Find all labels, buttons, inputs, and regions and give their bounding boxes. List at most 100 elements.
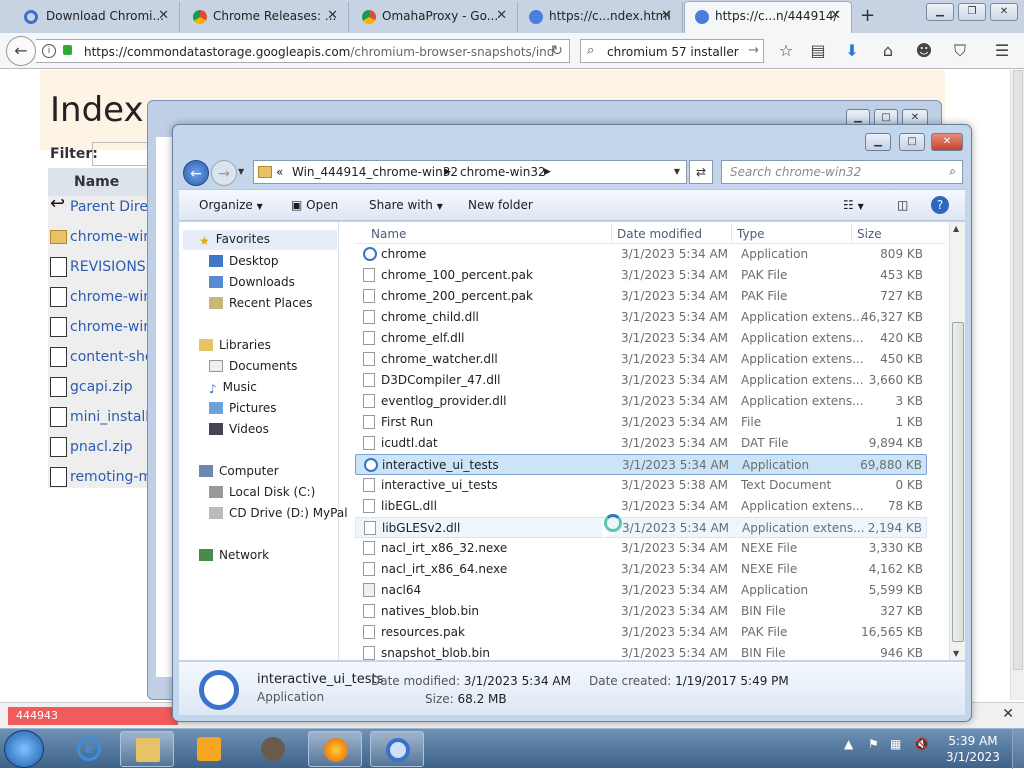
back-arrow-icon[interactable]: ←: [6, 36, 36, 66]
tab-close-icon[interactable]: ✕: [830, 8, 841, 23]
file-row[interactable]: nacl64 3/1/2023 5:34 AM Application 5,599 K…: [355, 580, 927, 601]
index-row[interactable]: chrome-win3: [48, 282, 161, 312]
column-header-date[interactable]: Date modified: [617, 227, 702, 241]
scroll-down-icon[interactable]: ▼: [953, 649, 959, 658]
file-row[interactable]: chrome 3/1/2023 5:34 AM Application 809 KB: [355, 244, 927, 265]
close-icon[interactable]: ✕: [1002, 706, 1014, 722]
column-divider[interactable]: [851, 224, 852, 242]
forward-arrow-icon[interactable]: →: [211, 160, 237, 186]
search-input[interactable]: Search chrome-win32: [730, 165, 861, 179]
index-row[interactable]: chrome-win3: [48, 312, 161, 342]
nav-documents[interactable]: Documents: [209, 359, 297, 373]
nav-music[interactable]: ♪ Music: [209, 380, 257, 396]
index-row[interactable]: content-shel: [48, 342, 158, 372]
tab-close-icon[interactable]: ✕: [496, 8, 507, 23]
tab-close-icon[interactable]: ✕: [158, 8, 169, 23]
minimize-icon[interactable]: ▁: [865, 133, 891, 151]
taskbar-explorer[interactable]: [120, 731, 174, 767]
open-button[interactable]: ▣ Open: [291, 198, 338, 212]
close-icon[interactable]: ✕: [990, 3, 1018, 21]
url-bar[interactable]: i https://commondatastorage.googleapis.c…: [36, 39, 570, 63]
file-row[interactable]: chrome_watcher.dll 3/1/2023 5:34 AM Applic…: [355, 349, 927, 370]
index-link[interactable]: pnacl.zip: [70, 439, 133, 455]
taskbar-chromium[interactable]: [370, 731, 424, 767]
file-row[interactable]: libGLESv2.dll 3/1/2023 5:34 AM Application…: [355, 517, 927, 538]
nav-libraries[interactable]: Libraries: [199, 338, 271, 352]
taskbar-media-player[interactable]: [182, 731, 236, 767]
history-dropdown-icon[interactable]: ▼: [238, 167, 244, 176]
file-row[interactable]: D3DCompiler_47.dll 3/1/2023 5:34 AM Applic…: [355, 370, 927, 391]
index-link[interactable]: REVISIONS: [70, 259, 146, 275]
maximize-icon[interactable]: □: [899, 133, 925, 151]
file-row[interactable]: eventlog_provider.dll 3/1/2023 5:34 AM App…: [355, 391, 927, 412]
new-tab-icon[interactable]: +: [860, 5, 875, 26]
chevron-right-icon[interactable]: ▶: [444, 167, 451, 177]
index-link[interactable]: Parent Direc: [70, 199, 156, 215]
file-row[interactable]: icudtl.dat 3/1/2023 5:34 AM DAT File 9,894 …: [355, 433, 927, 454]
share-with-button[interactable]: Share with ▼: [369, 198, 443, 212]
chat-icon[interactable]: ☻: [914, 41, 934, 61]
taskbar-firefox[interactable]: [308, 731, 362, 767]
file-row[interactable]: nacl_irt_x86_64.nexe 3/1/2023 5:34 AM NEXE…: [355, 559, 927, 580]
index-row[interactable]: remoting-me: [48, 462, 161, 492]
file-row[interactable]: interactive_ui_tests 3/1/2023 5:38 AM Text…: [355, 475, 927, 496]
browser-tab-4[interactable]: https://c...ndex.html ✕: [519, 2, 683, 32]
chevron-right-icon[interactable]: ▶: [544, 167, 551, 177]
index-row[interactable]: chrome-win3: [48, 222, 161, 252]
nav-videos[interactable]: Videos: [209, 422, 269, 436]
download-icon[interactable]: ⬇: [842, 41, 862, 61]
home-icon[interactable]: ⌂: [878, 41, 898, 61]
index-row[interactable]: gcapi.zip: [48, 372, 158, 402]
chevron-down-icon[interactable]: ▼: [674, 167, 680, 176]
file-row[interactable]: resources.pak 3/1/2023 5:34 AM PAK File 16,…: [355, 622, 927, 643]
browser-tab-5-active[interactable]: https://c...n/444914/ ✕: [684, 1, 852, 33]
index-row[interactable]: ↩ Parent Direc: [48, 192, 158, 222]
file-row[interactable]: interactive_ui_tests 3/1/2023 5:34 AM Appl…: [355, 454, 927, 475]
column-divider[interactable]: [731, 224, 732, 242]
browser-tab-1[interactable]: Download Chromi... ✕: [0, 2, 180, 32]
scroll-up-icon[interactable]: ▲: [953, 224, 959, 233]
tab-close-icon[interactable]: ✕: [327, 8, 338, 23]
tab-close-icon[interactable]: ✕: [661, 8, 672, 23]
start-button[interactable]: [4, 730, 44, 768]
pocket-icon[interactable]: ⛉: [950, 41, 970, 61]
show-desktop-button[interactable]: [1012, 729, 1024, 769]
breadcrumb-overflow-icon[interactable]: «: [276, 165, 283, 179]
file-row[interactable]: nacl_irt_x86_32.nexe 3/1/2023 5:34 AM NEXE…: [355, 538, 927, 559]
address-bar[interactable]: « Win_444914_chrome-win32 ▶ chrome-win32…: [253, 160, 687, 184]
info-icon[interactable]: i: [42, 44, 56, 58]
network-status-icon[interactable]: ▦: [890, 737, 901, 751]
index-link[interactable]: content-shel: [70, 349, 157, 365]
file-row[interactable]: chrome_elf.dll 3/1/2023 5:34 AM Applicatio…: [355, 328, 927, 349]
file-row[interactable]: chrome_200_percent.pak 3/1/2023 5:34 AM PA…: [355, 286, 927, 307]
nav-desktop[interactable]: Desktop: [209, 254, 279, 268]
browser-tab-2[interactable]: Chrome Releases: ... ✕: [181, 2, 349, 32]
breadcrumb-item[interactable]: Win_444914_chrome-win32: [292, 165, 458, 179]
search-box[interactable]: Search chrome-win32 ⌕: [721, 160, 963, 184]
flag-icon[interactable]: ⚑: [868, 737, 879, 751]
index-link[interactable]: mini_installe: [70, 409, 158, 425]
column-header-size[interactable]: Size: [857, 227, 882, 241]
file-row[interactable]: natives_blob.bin 3/1/2023 5:34 AM BIN File…: [355, 601, 927, 622]
page-scrollbar[interactable]: [1010, 70, 1024, 700]
file-row[interactable]: chrome_child.dll 3/1/2023 5:34 AM Applicat…: [355, 307, 927, 328]
taskbar-raccoon-app[interactable]: [246, 731, 300, 767]
page-scroll-thumb[interactable]: [1013, 70, 1023, 670]
column-header-type[interactable]: Type: [737, 227, 765, 241]
nav-computer[interactable]: Computer: [199, 464, 279, 478]
index-row[interactable]: pnacl.zip: [48, 432, 158, 462]
index-row[interactable]: mini_installe: [48, 402, 158, 432]
new-folder-button[interactable]: New folder: [468, 198, 533, 212]
refresh-icon[interactable]: ⇄: [689, 160, 713, 184]
search-input[interactable]: chromium 57 installer: [607, 45, 739, 59]
nav-network[interactable]: Network: [199, 548, 269, 562]
view-options-icon[interactable]: ☷ ▼: [843, 198, 864, 212]
close-icon[interactable]: ✕: [931, 133, 963, 151]
preview-pane-icon[interactable]: ◫: [897, 198, 908, 212]
volume-muted-icon[interactable]: 🔇: [914, 737, 929, 751]
reload-icon[interactable]: ↻: [551, 43, 563, 59]
bookmark-star-icon[interactable]: ☆: [776, 41, 796, 61]
help-icon[interactable]: ?: [931, 196, 949, 214]
column-divider[interactable]: [611, 224, 612, 242]
search-bar[interactable]: ⌕ chromium 57 installer →: [580, 39, 764, 63]
